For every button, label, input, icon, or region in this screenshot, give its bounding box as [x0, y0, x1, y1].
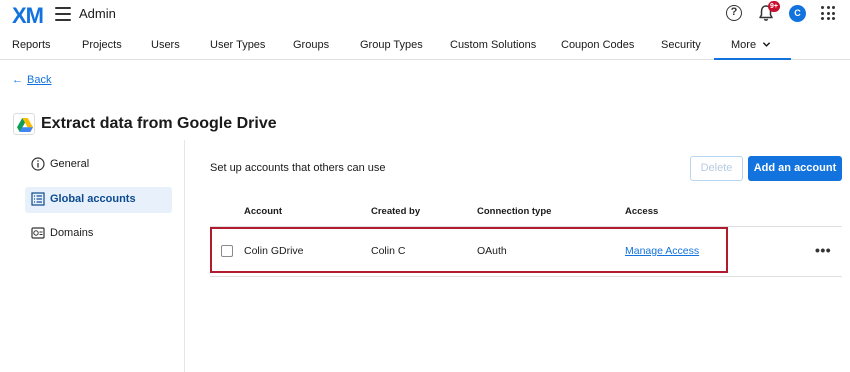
sidebar-item-domains[interactable]: Domains	[25, 221, 172, 247]
cell-created-by: Colin C	[371, 245, 406, 257]
back-label: Back	[27, 74, 52, 86]
cell-connection-type: OAuth	[477, 245, 507, 257]
app-title: Admin	[79, 6, 116, 21]
intro-text: Set up accounts that others can use	[210, 162, 386, 174]
list-icon	[31, 192, 45, 206]
tab-custom-solutions[interactable]: Custom Solutions	[450, 39, 536, 51]
arrow-left-icon: ←	[12, 74, 23, 86]
tab-users[interactable]: Users	[151, 39, 180, 51]
manage-access-link[interactable]: Manage Access	[625, 245, 699, 257]
column-header-access: Access	[625, 206, 659, 217]
tab-projects[interactable]: Projects	[82, 39, 122, 51]
tab-more[interactable]: More	[714, 30, 791, 60]
sidebar-item-global-accounts[interactable]: Global accounts	[25, 187, 172, 213]
google-drive-icon	[13, 113, 35, 135]
hamburger-menu-icon[interactable]	[55, 7, 71, 21]
tab-more-label: More	[731, 39, 757, 51]
help-icon[interactable]: ?	[726, 5, 742, 21]
row-more-options-icon[interactable]: •••	[815, 242, 831, 258]
row-checkbox[interactable]	[221, 245, 233, 257]
page-title: Extract data from Google Drive	[41, 115, 277, 132]
tab-groups[interactable]: Groups	[293, 39, 329, 51]
sidebar-item-label: Domains	[50, 227, 94, 239]
top-bar: XM Admin ? 9+ C	[0, 0, 850, 30]
notification-badge: 9+	[768, 1, 780, 12]
sidebar-item-label: Global accounts	[50, 193, 136, 205]
domains-icon	[31, 227, 45, 239]
tab-security[interactable]: Security	[661, 39, 701, 51]
sidebar-item-general[interactable]: General	[25, 152, 172, 178]
table-row-divider	[210, 276, 842, 277]
app-grid-icon[interactable]	[821, 6, 835, 20]
column-header-account: Account	[244, 206, 282, 217]
delete-button[interactable]: Delete	[690, 156, 743, 181]
xm-logo[interactable]: XM	[12, 3, 44, 29]
info-icon	[31, 157, 45, 171]
add-account-button[interactable]: Add an account	[748, 156, 842, 181]
tab-reports[interactable]: Reports	[12, 39, 51, 51]
column-header-created-by: Created by	[371, 206, 421, 217]
tab-group-types[interactable]: Group Types	[360, 39, 423, 51]
back-link[interactable]: ← Back	[12, 74, 51, 86]
chevron-down-icon	[762, 42, 771, 47]
admin-nav: Reports Projects Users User Types Groups…	[0, 30, 850, 60]
column-header-connection-type: Connection type	[477, 206, 552, 217]
tab-coupon-codes[interactable]: Coupon Codes	[561, 39, 634, 51]
avatar[interactable]: C	[789, 5, 806, 22]
cell-account: Colin GDrive	[244, 245, 304, 257]
sidebar-divider	[184, 140, 185, 372]
tab-user-types[interactable]: User Types	[210, 39, 265, 51]
sidebar-item-label: General	[50, 158, 90, 170]
